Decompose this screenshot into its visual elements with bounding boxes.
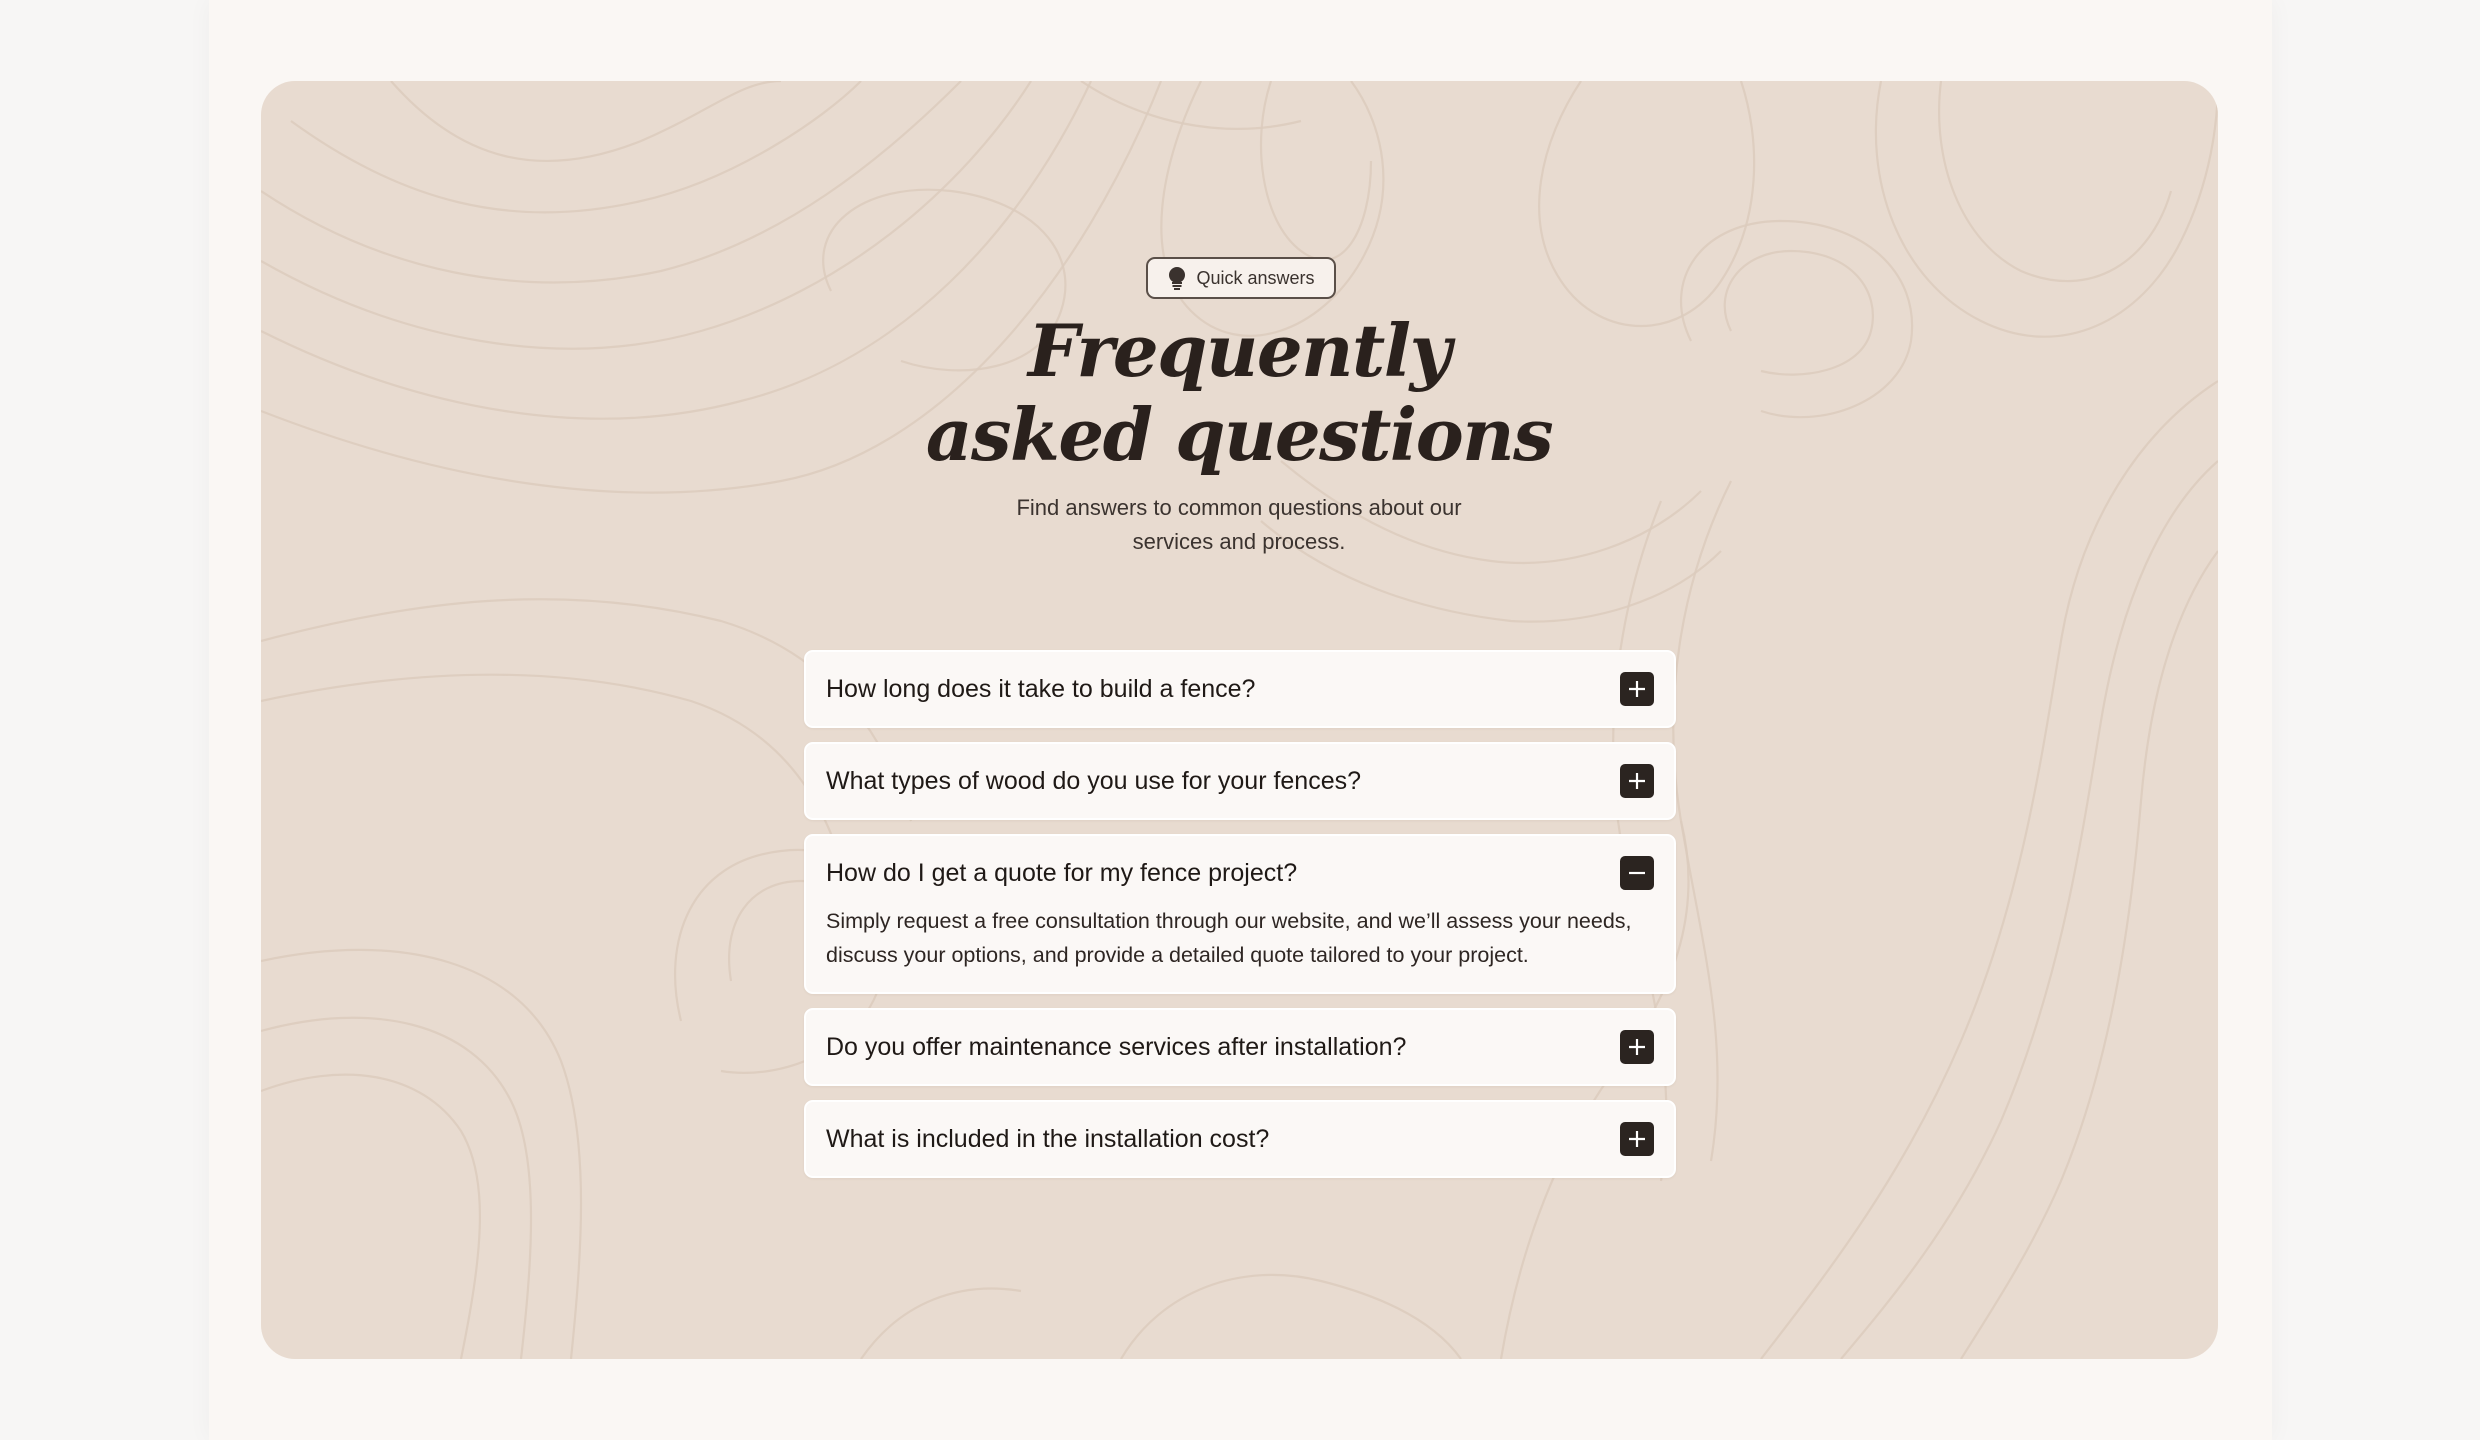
faq-question-row[interactable]: Do you offer maintenance services after … xyxy=(826,1010,1654,1084)
quick-answers-badge: Quick answers xyxy=(1146,257,1336,299)
faq-item[interactable]: How long does it take to build a fence? xyxy=(804,650,1676,728)
faq-question: Do you offer maintenance services after … xyxy=(826,1032,1407,1061)
faq-question: What types of wood do you use for your f… xyxy=(826,766,1362,795)
faq-item[interactable]: What types of wood do you use for your f… xyxy=(804,742,1676,820)
faq-section-card: Quick answers Frequently asked questions… xyxy=(261,81,2218,1359)
faq-item-expanded[interactable]: How do I get a quote for my fence projec… xyxy=(804,834,1676,994)
badge-label: Quick answers xyxy=(1196,267,1315,288)
page-subtitle: Find answers to common questions about o… xyxy=(1001,491,1477,559)
faq-question-row[interactable]: How do I get a quote for my fence projec… xyxy=(826,836,1654,910)
subtitle-line-1: Find answers to common questions about o… xyxy=(1016,495,1462,520)
faq-question: How do I get a quote for my fence projec… xyxy=(826,858,1298,887)
page-title-line-2: asked questions xyxy=(925,392,1554,477)
faq-question-row[interactable]: What is included in the installation cos… xyxy=(826,1102,1654,1176)
plus-icon[interactable] xyxy=(1620,1030,1654,1064)
faq-item[interactable]: Do you offer maintenance services after … xyxy=(804,1008,1676,1086)
faq-question-row[interactable]: What types of wood do you use for your f… xyxy=(826,744,1654,818)
faq-question-row[interactable]: How long does it take to build a fence? xyxy=(826,652,1654,726)
faq-question: What is included in the installation cos… xyxy=(826,1124,1270,1153)
faq-item[interactable]: What is included in the installation cos… xyxy=(804,1100,1676,1178)
faq-question: How long does it take to build a fence? xyxy=(826,674,1256,703)
faq-list: How long does it take to build a fence? … xyxy=(804,650,1676,1192)
page-surface: Quick answers Frequently asked questions… xyxy=(209,0,2272,1440)
plus-icon[interactable] xyxy=(1620,672,1654,706)
plus-icon[interactable] xyxy=(1620,1122,1654,1156)
page-title-line-1: Frequently xyxy=(1028,308,1451,393)
plus-icon[interactable] xyxy=(1620,764,1654,798)
minus-icon[interactable] xyxy=(1620,856,1654,890)
subtitle-line-2: services and process. xyxy=(1132,529,1346,554)
faq-answer: Simply request a free consultation throu… xyxy=(826,909,1632,967)
page-title: Frequently asked questions xyxy=(839,309,1639,477)
lightbulb-icon xyxy=(1167,266,1187,290)
